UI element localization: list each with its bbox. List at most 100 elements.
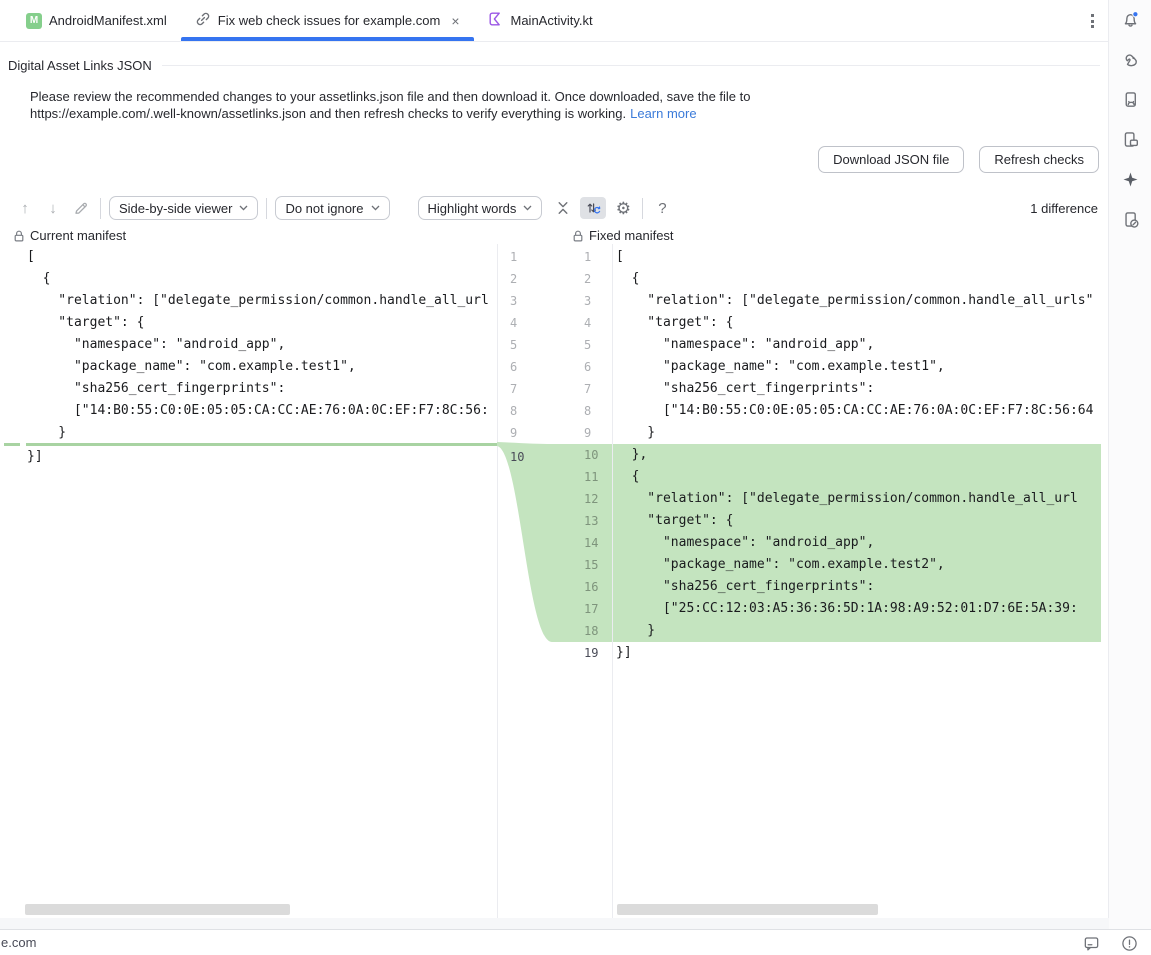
app-links-assistant-icon[interactable] <box>1116 205 1144 233</box>
code-line[interactable]: { <box>0 268 497 290</box>
line-number: 10 <box>510 446 524 468</box>
code-line[interactable]: ["25:CC:12:03:A5:36:36:5D:1A:98:A9:52:01… <box>612 598 1101 620</box>
next-difference-icon[interactable]: ↓ <box>42 197 64 219</box>
close-icon[interactable]: × <box>451 14 459 28</box>
code-line[interactable]: [ <box>0 246 497 268</box>
lock-icon <box>13 229 25 243</box>
section-divider <box>162 65 1100 66</box>
code-line[interactable]: "sha256_cert_fingerprints": <box>612 576 1101 598</box>
line-number: 2 <box>510 268 524 290</box>
learn-more-link[interactable]: Learn more <box>630 106 696 121</box>
edit-pencil-icon[interactable] <box>70 197 92 219</box>
device-manager-icon[interactable] <box>1116 85 1144 113</box>
line-number: 14 <box>584 532 598 554</box>
code-line[interactable]: "target": { <box>0 312 497 334</box>
code-line[interactable]: "package_name": "com.example.test1", <box>612 356 1108 378</box>
code-line[interactable]: } <box>612 620 1101 642</box>
android-studio-window: M AndroidManifest.xml Fix web check issu… <box>0 0 1151 955</box>
lock-icon <box>572 229 584 243</box>
viewer-mode-dropdown[interactable]: Side-by-side viewer <box>109 196 258 220</box>
collapse-unchanged-icon[interactable] <box>552 197 574 219</box>
section-title: Digital Asset Links JSON <box>8 58 152 73</box>
tab-mainactivity[interactable]: MainActivity.kt <box>474 0 607 41</box>
download-json-button[interactable]: Download JSON file <box>818 146 964 173</box>
assistant-panel-header: Digital Asset Links JSON Please review t… <box>0 42 1108 190</box>
highlight-mode-dropdown[interactable]: Highlight words <box>418 196 543 220</box>
code-line[interactable]: "package_name": "com.example.test2", <box>612 554 1101 576</box>
chevron-down-icon <box>371 205 380 211</box>
code-line[interactable]: }] <box>612 642 1108 664</box>
line-number: 4 <box>510 312 524 334</box>
notifications-bell-icon[interactable] <box>1116 5 1144 33</box>
left-pane-title: Current manifest <box>30 228 126 243</box>
code-line[interactable]: "relation": ["delegate_permission/common… <box>612 488 1101 510</box>
gemini-sparkle-icon[interactable] <box>1116 165 1144 193</box>
fixed-manifest-editor: [ { "relation": ["delegate_permission/co… <box>612 246 1108 918</box>
code-line[interactable]: "package_name": "com.example.test1", <box>0 356 497 378</box>
line-number: 3 <box>584 290 598 312</box>
line-number: 17 <box>584 598 598 620</box>
code-line[interactable]: "relation": ["delegate_permission/common… <box>612 290 1108 312</box>
help-icon[interactable]: ? <box>651 197 673 219</box>
code-line[interactable]: "namespace": "android_app", <box>612 334 1108 356</box>
chevron-down-icon <box>239 205 248 211</box>
left-pane-code: [ { "relation": ["delegate_permission/co… <box>0 246 497 468</box>
line-number: 12 <box>584 488 598 510</box>
code-line[interactable]: "sha256_cert_fingerprints": <box>0 378 497 400</box>
code-line[interactable]: [ <box>612 246 1108 268</box>
code-line[interactable]: { <box>612 466 1101 488</box>
synchronize-scrolling-toggle[interactable] <box>580 197 606 219</box>
code-line[interactable]: }, <box>612 444 1101 466</box>
toolbar-separator <box>266 198 267 219</box>
status-bar: e.com <box>0 929 1151 955</box>
code-line[interactable]: }] <box>0 446 497 468</box>
refresh-checks-button[interactable]: Refresh checks <box>979 146 1099 173</box>
tab-label: AndroidManifest.xml <box>49 13 167 28</box>
chevron-down-icon <box>523 205 532 211</box>
code-line[interactable]: { <box>612 268 1108 290</box>
line-number: 16 <box>584 576 598 598</box>
code-line[interactable]: "relation": ["delegate_permission/common… <box>0 290 497 312</box>
tab-androidmanifest[interactable]: M AndroidManifest.xml <box>12 0 181 41</box>
code-line[interactable]: "target": { <box>612 312 1108 334</box>
line-number: 13 <box>584 510 598 532</box>
tab-fix-web-check-issues[interactable]: Fix web check issues for example.com × <box>181 0 474 41</box>
panel-bottom-gap <box>0 918 1109 929</box>
left-pane-header: Current manifest <box>13 228 126 243</box>
current-manifest-editor: [ { "relation": ["delegate_permission/co… <box>0 246 497 918</box>
previous-difference-icon[interactable]: ↑ <box>14 197 36 219</box>
tab-label: MainActivity.kt <box>511 13 593 28</box>
gradle-elephant-icon[interactable] <box>1116 45 1144 73</box>
balloon-notification-icon[interactable] <box>1083 935 1100 952</box>
right-pane-title: Fixed manifest <box>589 228 674 243</box>
right-horizontal-scrollbar[interactable] <box>617 904 878 915</box>
line-number: 7 <box>584 378 598 400</box>
diff-gutter: 12345678910 1234567891011121314151617181… <box>497 246 612 918</box>
difference-count: 1 difference <box>1030 201 1098 216</box>
description-line-1: Please review the recommended changes to… <box>30 88 750 105</box>
line-number: 7 <box>510 378 524 400</box>
left-horizontal-scrollbar[interactable] <box>25 904 290 915</box>
kebab-menu-icon[interactable] <box>1091 14 1094 28</box>
ignore-policy-dropdown[interactable]: Do not ignore <box>275 196 389 220</box>
line-number: 8 <box>510 400 524 422</box>
code-line[interactable]: "sha256_cert_fingerprints": <box>612 378 1108 400</box>
code-line[interactable]: "namespace": "android_app", <box>0 334 497 356</box>
code-line[interactable]: } <box>0 422 497 444</box>
line-number: 5 <box>510 334 524 356</box>
line-number: 18 <box>584 620 598 642</box>
line-number: 3 <box>510 290 524 312</box>
diff-toolbar: ↑ ↓ Side-by-side viewer Do not ignore Hi… <box>0 190 1108 226</box>
line-number: 1 <box>510 246 524 268</box>
code-line[interactable]: "target": { <box>612 510 1101 532</box>
code-line[interactable]: ["14:B0:55:C0:0E:05:05:CA:CC:AE:76:0A:0C… <box>612 400 1108 422</box>
line-number: 6 <box>584 356 598 378</box>
problems-info-icon[interactable] <box>1121 935 1138 952</box>
code-line[interactable]: } <box>612 422 1108 444</box>
code-line[interactable]: "namespace": "android_app", <box>612 532 1101 554</box>
code-line[interactable]: ["14:B0:55:C0:0E:05:05:CA:CC:AE:76:0A:0C… <box>0 400 497 422</box>
editor-tab-bar: M AndroidManifest.xml Fix web check issu… <box>0 0 1108 42</box>
settings-gear-icon[interactable]: ⚙ <box>612 197 634 219</box>
line-number: 1 <box>584 246 598 268</box>
running-devices-icon[interactable] <box>1116 125 1144 153</box>
